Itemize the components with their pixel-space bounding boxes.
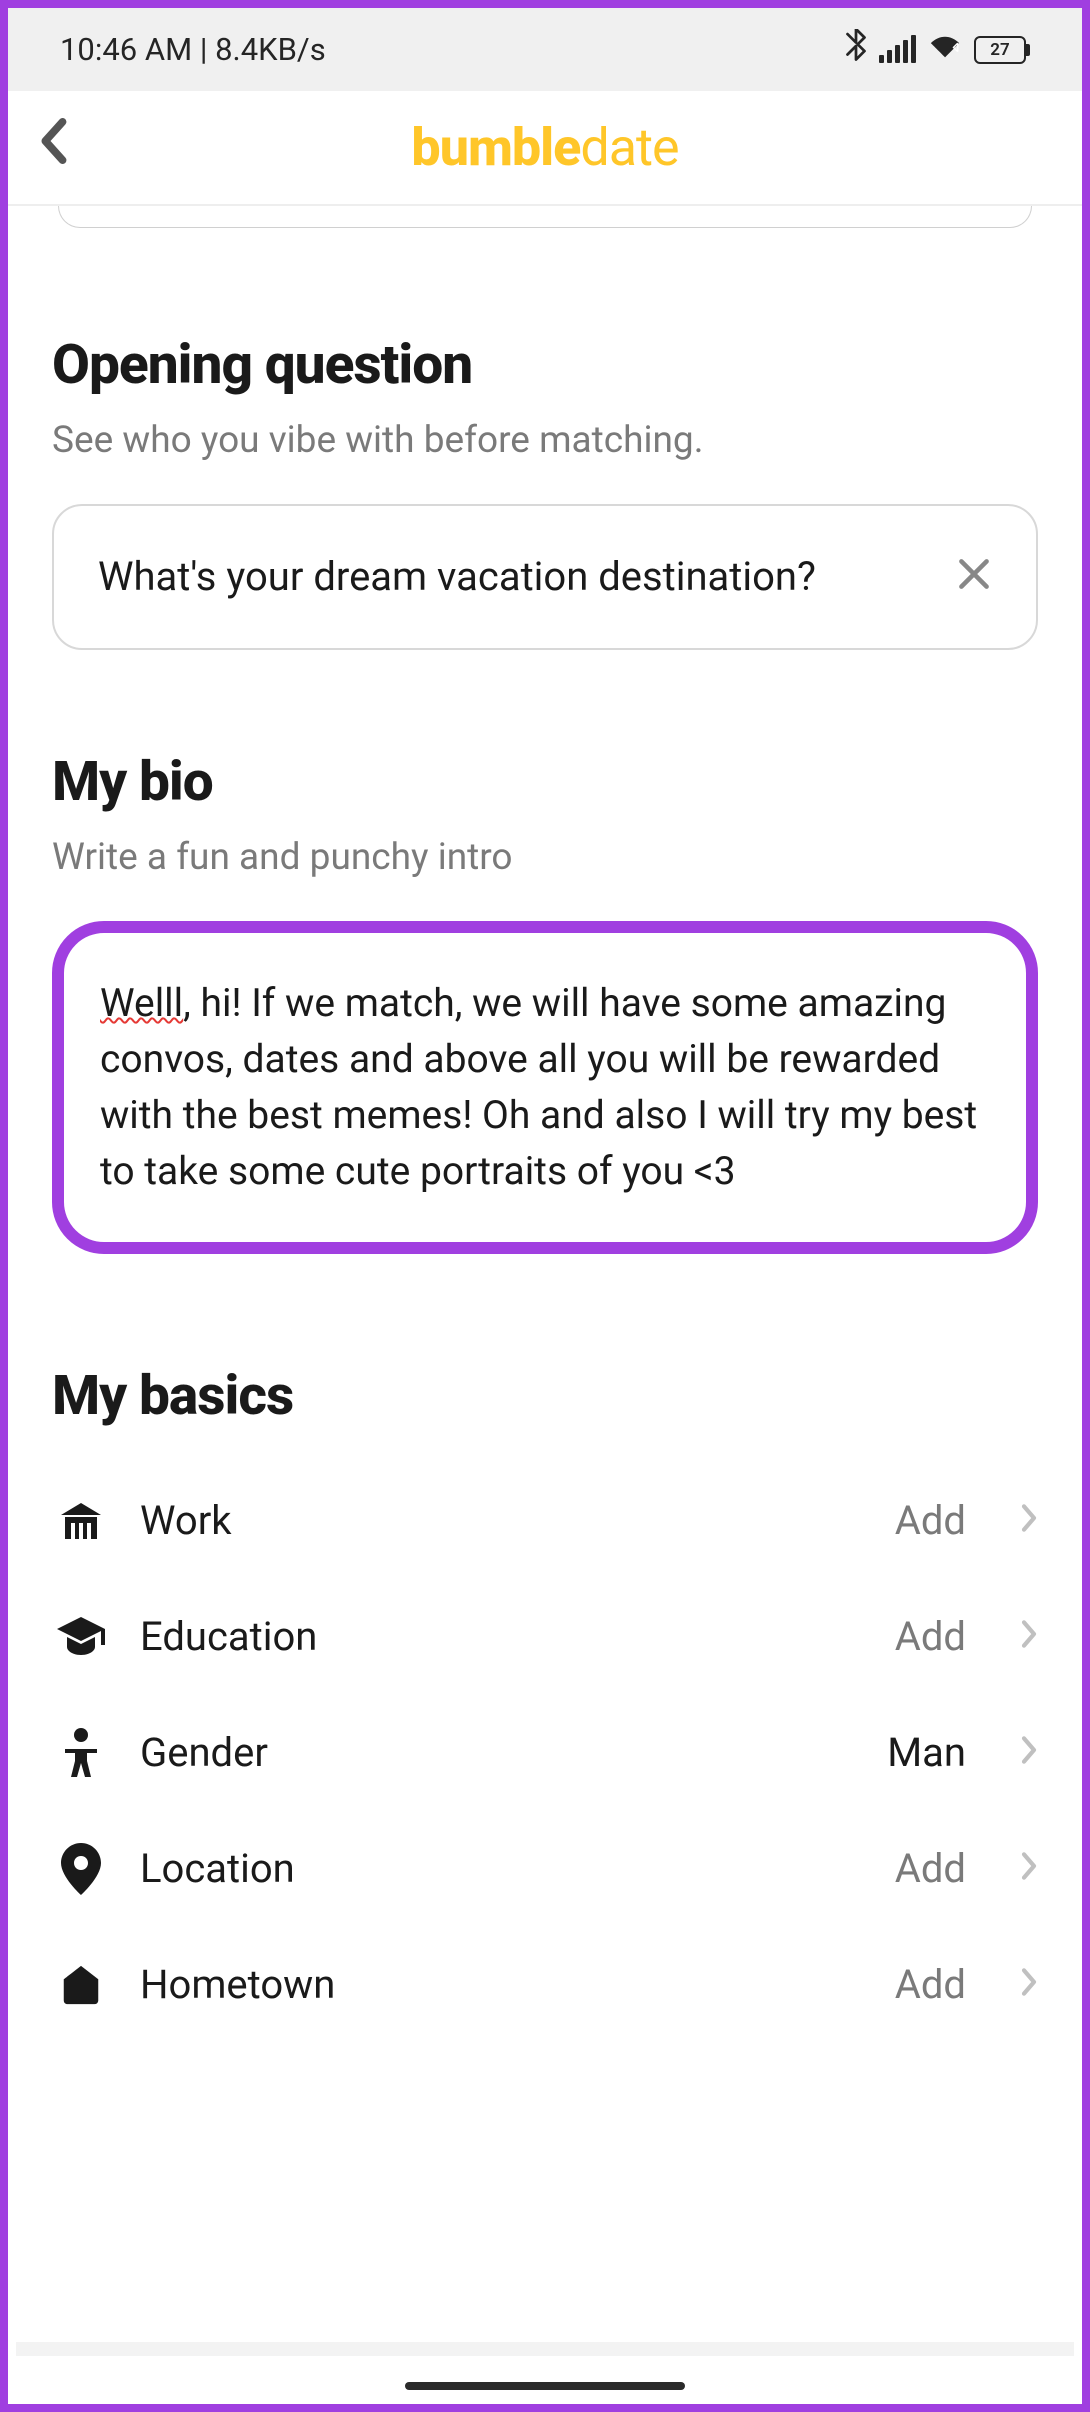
basics-value: Add [895, 1613, 966, 1660]
opening-question-title: Opening question [52, 333, 1038, 397]
status-time-data: 10:46 AM | 8.4KB/s [60, 31, 326, 68]
work-icon [52, 1492, 110, 1550]
basics-list: Work Add Education Add Gender Man [52, 1463, 1038, 2043]
opening-question-text: What's your dream vacation destination? [98, 548, 956, 606]
chevron-right-icon [1020, 1964, 1038, 2006]
bluetooth-icon [845, 29, 867, 71]
app-header: bumbledate [8, 91, 1082, 206]
bio-rest-text: , hi! If we match, we will have some ama… [100, 980, 977, 1194]
chevron-right-icon [1020, 1500, 1038, 1542]
home-indicator[interactable] [405, 2382, 685, 2390]
basics-label: Gender [140, 1729, 857, 1776]
signal-icon [879, 37, 916, 63]
basics-value: Man [887, 1729, 966, 1776]
education-icon [52, 1608, 110, 1666]
basics-label: Hometown [140, 1961, 865, 2008]
bio-misspelled-word: Welll [100, 980, 183, 1026]
bio-title: My bio [52, 750, 1038, 814]
basics-row-work[interactable]: Work Add [52, 1463, 1038, 1579]
chevron-right-icon [1020, 1848, 1038, 1890]
content-area: Opening question See who you vibe with b… [8, 206, 1082, 2043]
app-title: bumbledate [411, 117, 678, 178]
basics-label: Location [140, 1845, 865, 1892]
basics-value: Add [895, 1497, 966, 1544]
status-right: 27 [845, 29, 1030, 71]
opening-question-card[interactable]: What's your dream vacation destination? [52, 504, 1038, 650]
back-button[interactable] [38, 118, 98, 177]
close-icon[interactable] [956, 551, 992, 603]
battery-icon: 27 [974, 36, 1030, 64]
basics-row-location[interactable]: Location Add [52, 1811, 1038, 1927]
basics-title: My basics [52, 1364, 1038, 1428]
basics-label: Education [140, 1613, 865, 1660]
chevron-right-icon [1020, 1616, 1038, 1658]
chevron-right-icon [1020, 1732, 1038, 1774]
hometown-icon [52, 1956, 110, 2014]
gender-icon [52, 1724, 110, 1782]
partial-card-edge [58, 206, 1032, 228]
location-icon [52, 1840, 110, 1898]
basics-row-hometown[interactable]: Hometown Add [52, 1927, 1038, 2043]
basics-row-gender[interactable]: Gender Man [52, 1695, 1038, 1811]
opening-question-subtitle: See who you vibe with before matching. [52, 419, 1038, 462]
status-bar: 10:46 AM | 8.4KB/s 27 [8, 8, 1082, 91]
bio-card[interactable]: Welll, hi! If we match, we will have som… [52, 921, 1038, 1254]
basics-value: Add [895, 1961, 966, 2008]
bottom-edge [16, 2342, 1074, 2356]
basics-label: Work [140, 1497, 865, 1544]
basics-row-education[interactable]: Education Add [52, 1579, 1038, 1695]
bio-text: Welll, hi! If we match, we will have som… [100, 975, 990, 1200]
basics-value: Add [895, 1845, 966, 1892]
bio-subtitle: Write a fun and punchy intro [52, 836, 1038, 879]
wifi-icon [928, 31, 962, 68]
